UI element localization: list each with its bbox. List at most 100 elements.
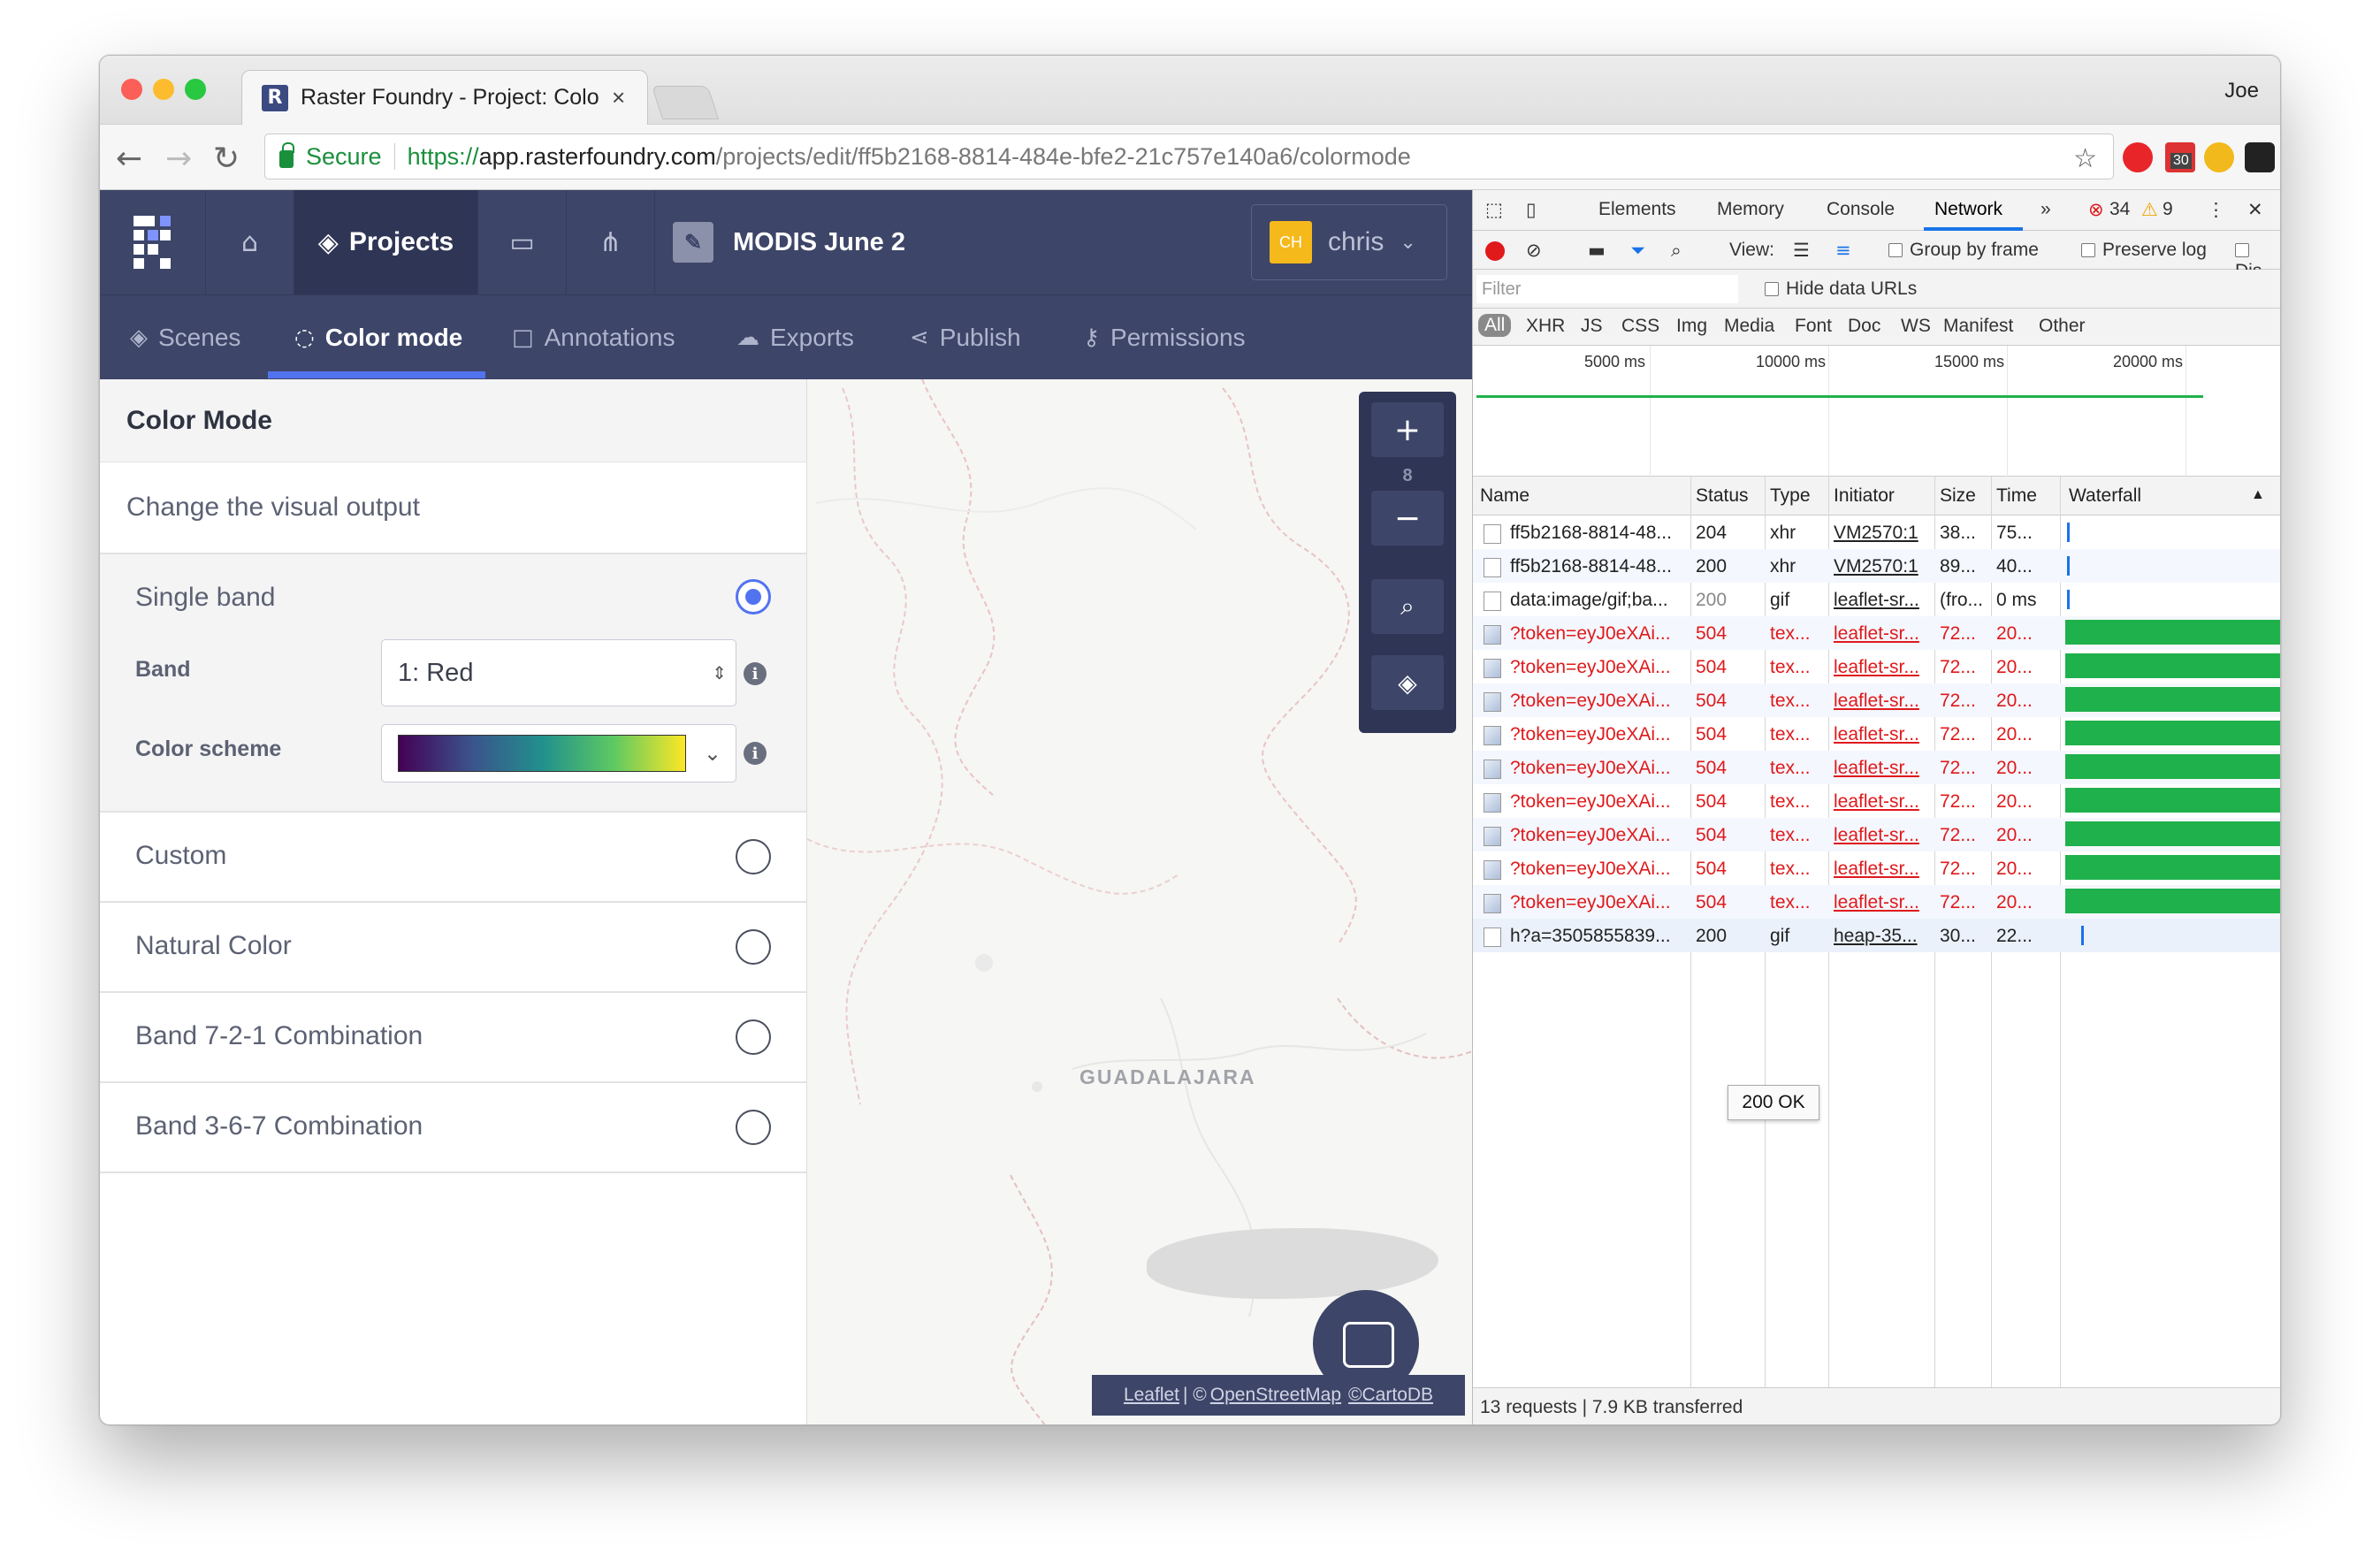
- column-name[interactable]: Name: [1480, 485, 1529, 507]
- layers-button[interactable]: ◈: [1371, 655, 1444, 710]
- type-css[interactable]: CSS: [1621, 316, 1659, 337]
- reload-icon[interactable]: ↻: [213, 141, 240, 177]
- home-button[interactable]: ⌂: [206, 190, 294, 294]
- sort-ascending-icon[interactable]: ▲: [2251, 487, 2265, 503]
- tab-console[interactable]: Console: [1827, 199, 1895, 220]
- tab-network[interactable]: Network: [1934, 199, 2002, 220]
- calendar-extension-icon[interactable]: 30: [2165, 142, 2195, 172]
- project-title[interactable]: ✎ MODIS June 2: [673, 190, 905, 294]
- checkbox[interactable]: [1765, 282, 1779, 297]
- table-row[interactable]: h?a=3505855839... 200 gif heap-35... 30... 22…: [1473, 919, 2280, 952]
- device-toggle-icon[interactable]: ▯: [1526, 199, 1537, 220]
- browser-tab[interactable]: R Raster Foundry - Project: Colo ×: [241, 70, 648, 125]
- checkbox[interactable]: [2235, 243, 2249, 258]
- coin-extension-icon[interactable]: [2204, 142, 2234, 172]
- table-row[interactable]: ?token=eyJ0eXAi... 504 tex... leaflet-sr...…: [1473, 616, 2280, 650]
- waterfall-view-icon[interactable]: ≡: [1835, 240, 1851, 261]
- cell-initiator[interactable]: heap-35...: [1834, 926, 1929, 947]
- cell-initiator[interactable]: leaflet-sr...: [1834, 892, 1929, 913]
- table-row[interactable]: ?token=eyJ0eXAi... 504 tex... leaflet-sr...…: [1473, 683, 2280, 717]
- tab-scenes[interactable]: ◈ Scenes: [130, 295, 240, 380]
- checkbox[interactable]: [1888, 243, 1903, 258]
- close-icon[interactable]: ✕: [2247, 199, 2263, 220]
- column-time[interactable]: Time: [1996, 485, 2037, 507]
- adblock-extension-icon[interactable]: [2123, 142, 2153, 172]
- camera-icon[interactable]: ▬: [1588, 240, 1606, 261]
- option-radio[interactable]: [736, 929, 771, 965]
- table-row[interactable]: ff5b2168-8814-48... 200 xhr VM2570:1 89... 40…: [1473, 549, 2280, 583]
- cartodb-link[interactable]: ©CartoDB: [1348, 1385, 1433, 1406]
- table-row[interactable]: data:image/gif;ba... 200 gif leaflet-sr... (…: [1473, 583, 2280, 616]
- band-select[interactable]: 1: Red ⇕: [381, 639, 736, 706]
- lab-button[interactable]: ⋔: [567, 190, 655, 294]
- type-media[interactable]: Media: [1724, 316, 1774, 337]
- column-size[interactable]: Size: [1940, 485, 1976, 507]
- table-row[interactable]: ?token=eyJ0eXAi... 504 tex... leaflet-sr...…: [1473, 717, 2280, 751]
- new-tab-button[interactable]: [651, 86, 720, 119]
- timeline-overview[interactable]: 5000 ms 10000 ms 15000 ms 20000 ms: [1473, 346, 2280, 477]
- tab-color-mode[interactable]: ◌ Color mode: [294, 295, 462, 380]
- column-type[interactable]: Type: [1770, 485, 1811, 507]
- cell-initiator[interactable]: leaflet-sr...: [1834, 623, 1929, 645]
- cell-initiator[interactable]: leaflet-sr...: [1834, 758, 1929, 779]
- column-status[interactable]: Status: [1696, 485, 1749, 507]
- map-search-button[interactable]: ⌕: [1371, 579, 1444, 634]
- cell-initiator[interactable]: leaflet-sr...: [1834, 859, 1929, 880]
- logo[interactable]: [100, 190, 206, 294]
- type-ws[interactable]: WS: [1901, 316, 1931, 337]
- band-721-option[interactable]: Band 7-2-1 Combination: [100, 993, 806, 1083]
- cell-initiator[interactable]: leaflet-sr...: [1834, 691, 1929, 712]
- option-radio[interactable]: [736, 1019, 771, 1055]
- zoom-in-button[interactable]: +: [1371, 402, 1444, 457]
- table-row[interactable]: ?token=eyJ0eXAi... 504 tex... leaflet-sr...…: [1473, 751, 2280, 784]
- table-row[interactable]: ?token=eyJ0eXAi... 504 tex... leaflet-sr...…: [1473, 650, 2280, 683]
- record-icon[interactable]: [1485, 241, 1505, 261]
- warning-count[interactable]: 9: [2163, 199, 2173, 220]
- leaflet-link[interactable]: Leaflet: [1124, 1385, 1179, 1406]
- pencil-icon[interactable]: ✎: [673, 222, 713, 263]
- tab-permissions[interactable]: ⚷ Permissions: [1083, 295, 1246, 380]
- bookmark-star-icon[interactable]: ☆: [2073, 143, 2097, 174]
- preserve-log-toggle[interactable]: Preserve log: [2081, 240, 2207, 261]
- tab-elements[interactable]: Elements: [1598, 199, 1676, 220]
- table-row[interactable]: ?token=eyJ0eXAi... 504 tex... leaflet-sr...…: [1473, 818, 2280, 851]
- tab-exports[interactable]: ☁ Exports: [736, 295, 854, 380]
- inspect-icon[interactable]: ⬚: [1485, 199, 1503, 220]
- type-manifest[interactable]: Manifest: [1943, 316, 2013, 337]
- user-menu[interactable]: CH chris ⌄: [1251, 204, 1447, 280]
- zoom-out-button[interactable]: −: [1371, 491, 1444, 546]
- url-field[interactable]: Secure https://app.rasterfoundry.com/pro…: [264, 134, 2114, 179]
- list-view-icon[interactable]: ☰: [1793, 240, 1810, 261]
- cell-initiator[interactable]: VM2570:1: [1834, 523, 1929, 544]
- filter-icon[interactable]: ⏷: [1630, 240, 1645, 262]
- option-radio[interactable]: [736, 1110, 771, 1145]
- close-window-button[interactable]: [121, 79, 142, 100]
- imports-button[interactable]: ▭: [478, 190, 567, 294]
- more-tabs-icon[interactable]: »: [2041, 199, 2051, 220]
- cell-initiator[interactable]: leaflet-sr...: [1834, 791, 1929, 813]
- type-all[interactable]: All: [1478, 314, 1512, 337]
- profile-name[interactable]: Joe: [2224, 79, 2259, 103]
- option-radio[interactable]: [736, 839, 771, 874]
- custom-option[interactable]: Custom: [100, 813, 806, 903]
- color-scheme-select[interactable]: ⌄: [381, 724, 736, 782]
- table-row[interactable]: ff5b2168-8814-48... 204 xhr VM2570:1 38... 75…: [1473, 515, 2280, 549]
- band-367-option[interactable]: Band 3-6-7 Combination: [100, 1083, 806, 1173]
- filter-input[interactable]: Filter: [1476, 275, 1738, 303]
- cell-initiator[interactable]: leaflet-sr...: [1834, 825, 1929, 846]
- single-band-option[interactable]: Single band Band 1: Red ⇕ i Color scheme…: [100, 554, 806, 813]
- cell-initiator[interactable]: leaflet-sr...: [1834, 724, 1929, 745]
- table-row[interactable]: ?token=eyJ0eXAi... 504 tex... leaflet-sr...…: [1473, 784, 2280, 818]
- type-js[interactable]: JS: [1581, 316, 1603, 337]
- table-row[interactable]: ?token=eyJ0eXAi... 504 tex... leaflet-sr...…: [1473, 885, 2280, 919]
- cell-initiator[interactable]: leaflet-sr...: [1834, 657, 1929, 678]
- maximize-window-button[interactable]: [185, 79, 206, 100]
- color-scheme-info-icon[interactable]: i: [744, 742, 767, 765]
- tab-publish[interactable]: ⋖ Publish: [910, 295, 1021, 380]
- single-band-radio[interactable]: [736, 579, 771, 615]
- type-doc[interactable]: Doc: [1848, 316, 1880, 337]
- tab-close-icon[interactable]: ×: [612, 84, 625, 111]
- minimize-window-button[interactable]: [153, 79, 174, 100]
- back-arrow-icon[interactable]: ←: [116, 141, 142, 177]
- band-info-icon[interactable]: i: [744, 662, 767, 685]
